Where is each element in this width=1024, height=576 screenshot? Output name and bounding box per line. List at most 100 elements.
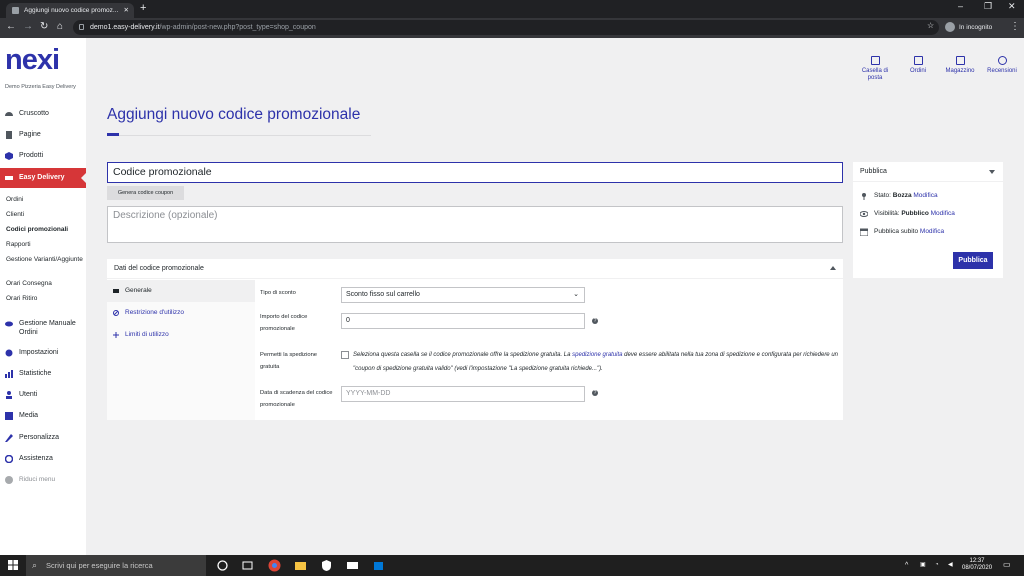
store-icon[interactable] xyxy=(372,559,385,572)
nexi-logo[interactable]: nexi xyxy=(5,44,60,77)
block-icon xyxy=(113,310,119,316)
sidebar-item-media[interactable]: Media xyxy=(0,406,86,426)
status-value: Bozza xyxy=(892,192,912,199)
restore-icon[interactable]: ❐ xyxy=(984,1,992,12)
close-window-icon[interactable]: ✕ xyxy=(1008,1,1016,12)
tab-limiti[interactable]: Limiti di utilizzo xyxy=(107,324,255,346)
sidebar-item-gestione-manuale[interactable]: Gestione Manuale Ordini xyxy=(0,314,80,342)
expiry-date-input[interactable]: YYYY-MM-DD xyxy=(341,386,585,402)
coupon-data-header[interactable]: Dati del codice promozionale xyxy=(107,259,843,279)
eye-icon xyxy=(5,321,13,327)
notifications-icon[interactable]: ▭ xyxy=(1003,561,1011,569)
close-tab-icon[interactable]: ✕ xyxy=(124,3,129,18)
home-icon[interactable]: ⌂ xyxy=(57,21,63,32)
search-icon: ⌕ xyxy=(32,560,38,570)
sidebar-item-statistiche[interactable]: Statistiche xyxy=(0,364,86,384)
discount-type-select[interactable]: Sconto fisso sul carrello ⌄ xyxy=(341,287,585,303)
collapse-arrow-icon[interactable] xyxy=(830,266,836,270)
bookmark-star-icon[interactable]: ☆ xyxy=(927,21,934,30)
submenu-ordini[interactable]: Ordini xyxy=(6,196,23,204)
submenu-gestione-varianti[interactable]: Gestione Varianti/Aggiunte xyxy=(6,256,84,264)
help-tip-icon[interactable]: ? xyxy=(592,390,598,396)
lock-icon xyxy=(79,24,84,30)
browser-tab[interactable]: Aggiungi nuovo codice promoz... ✕ xyxy=(6,3,134,18)
topbar-orders[interactable]: Ordini xyxy=(905,56,931,75)
free-shipping-checkbox[interactable] xyxy=(341,351,349,359)
sidebar-item-assistenza[interactable]: Assistenza xyxy=(0,449,86,469)
windows-start-icon[interactable] xyxy=(8,560,18,570)
cortana-icon[interactable] xyxy=(216,559,229,572)
publish-header[interactable]: Pubblica xyxy=(853,162,1003,182)
admin-sidebar: nexi Demo Pizzeria Easy Delivery Cruscot… xyxy=(0,38,86,555)
tray-chevron-up-icon[interactable]: ^ xyxy=(905,562,908,569)
help-tip-icon[interactable]: ? xyxy=(592,318,598,324)
reload-icon[interactable]: ↻ xyxy=(40,21,48,32)
page-title: Aggiungi nuovo codice promozionale xyxy=(107,106,361,123)
sidebar-item-label: Cruscotto xyxy=(19,110,49,117)
sidebar-item-utenti[interactable]: Utenti xyxy=(0,385,86,405)
tab-generale[interactable]: Generale xyxy=(107,280,255,302)
chevron-down-icon: ⌄ xyxy=(573,291,579,298)
incognito-label: In incognito xyxy=(959,24,993,31)
mail-icon[interactable] xyxy=(346,559,359,572)
task-view-icon[interactable] xyxy=(241,559,254,572)
products-icon xyxy=(5,152,13,160)
tray-volume-icon[interactable]: ◀ xyxy=(948,562,953,569)
tab-restrizione[interactable]: Restrizione d'utilizzo xyxy=(107,302,255,324)
menu-dots-icon[interactable]: ⋮ xyxy=(1010,21,1020,32)
edit-visibility-link[interactable]: Modifica xyxy=(931,210,955,217)
submenu-orari-consegna[interactable]: Orari Consegna xyxy=(6,280,52,288)
back-icon[interactable]: ← xyxy=(6,21,16,32)
discount-type-value: Sconto fisso sul carrello xyxy=(346,291,420,298)
collapse-menu-button[interactable]: Riduci menu xyxy=(0,476,86,484)
sidebar-item-prodotti[interactable]: Prodotti xyxy=(0,146,86,166)
sidebar-item-cruscotto[interactable]: Cruscotto xyxy=(0,104,86,124)
pin-icon xyxy=(862,193,866,200)
chrome-icon[interactable] xyxy=(268,559,281,572)
amount-input[interactable]: 0 xyxy=(341,313,585,329)
topbar-inbox[interactable]: Casella di posta xyxy=(856,56,894,82)
forward-icon[interactable]: → xyxy=(23,21,33,32)
incognito-badge[interactable]: In incognito xyxy=(945,21,992,34)
file-explorer-icon[interactable] xyxy=(294,559,307,572)
edit-status-link[interactable]: Modifica xyxy=(913,192,937,199)
topbar-label: Recensioni xyxy=(987,68,1017,74)
coupon-code-input[interactable]: Codice promozionale xyxy=(107,162,843,183)
sidebar-item-easy-delivery[interactable]: Easy Delivery xyxy=(0,168,86,188)
url-field[interactable]: demo1.easy-delivery.it/wp-admin/post-new… xyxy=(73,20,939,35)
free-shipping-link[interactable]: spedizione gratuita xyxy=(572,352,622,358)
tray-wifi-icon[interactable]: ◔ xyxy=(935,562,939,569)
sidebar-item-personalizza[interactable]: Personalizza xyxy=(0,428,86,448)
taskbar-clock[interactable]: 12:37 08/07/2020 xyxy=(962,558,992,572)
sidebar-item-label: Media xyxy=(19,412,39,419)
generate-coupon-button[interactable]: Genera codice coupon xyxy=(107,186,184,200)
sidebar-item-label: Impostazioni xyxy=(19,349,59,356)
topbar-reviews[interactable]: Recensioni xyxy=(983,56,1021,75)
minimize-icon[interactable]: – xyxy=(958,1,963,11)
sidebar-item-pagine[interactable]: Pagine xyxy=(0,125,86,145)
sidebar-item-impostazioni[interactable]: Impostazioni xyxy=(0,343,86,363)
new-tab-button[interactable]: + xyxy=(140,2,146,14)
address-bar-row: ← → ↻ ⌂ demo1.easy-delivery.it/wp-admin/… xyxy=(0,18,1024,38)
sidebar-item-label: Pagine xyxy=(19,131,41,138)
edit-schedule-link[interactable]: Modifica xyxy=(920,228,944,235)
publish-status-row: Stato: Bozza Modifica xyxy=(860,192,938,200)
publish-button[interactable]: Pubblica xyxy=(953,252,993,269)
collapse-arrow-icon[interactable] xyxy=(989,170,995,174)
url-host: demo1.easy-delivery.it xyxy=(90,24,160,31)
site-name[interactable]: Demo Pizzeria Easy Delivery xyxy=(5,84,76,90)
submenu-rapporti[interactable]: Rapporti xyxy=(6,241,31,249)
submenu-clienti[interactable]: Clienti xyxy=(6,211,24,219)
submenu-codici-promozionali[interactable]: Codici promozionali xyxy=(6,226,68,234)
topbar-warehouse[interactable]: Magazzino xyxy=(941,56,979,75)
publish-schedule-row: Pubblica subito Modifica xyxy=(860,228,944,236)
submenu-orari-ritiro[interactable]: Orari Ritiro xyxy=(6,295,37,303)
tray-network-icon[interactable]: ▣ xyxy=(920,562,926,569)
topbar-label: Ordini xyxy=(909,68,926,74)
tab-label: Generale xyxy=(125,287,152,294)
taskbar-search[interactable]: ⌕ Scrivi qui per eseguire la ricerca xyxy=(26,555,206,576)
coupon-data-panel: Dati del codice promozionale Generale Re… xyxy=(107,259,843,420)
shield-icon[interactable] xyxy=(320,559,333,572)
title-accent-bar xyxy=(107,133,119,136)
description-textarea[interactable]: Descrizione (opzionale) xyxy=(107,206,843,243)
